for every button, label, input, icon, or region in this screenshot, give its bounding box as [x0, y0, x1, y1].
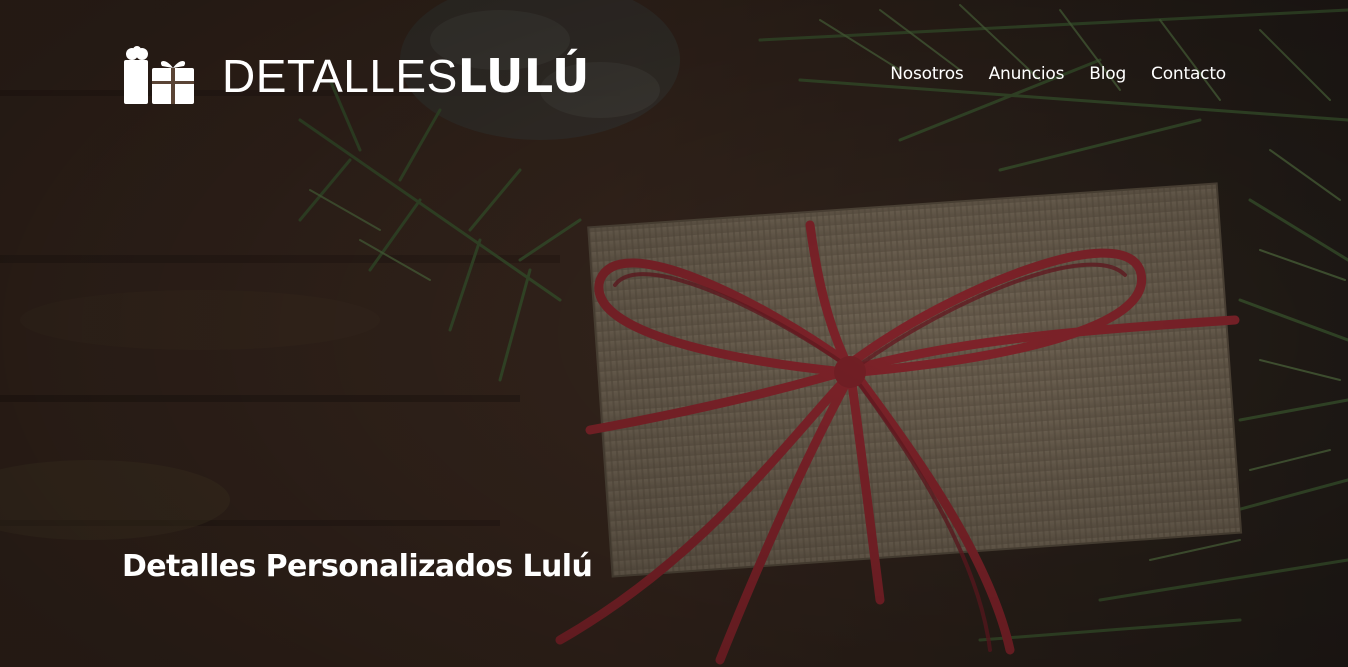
- hero-title: Detalles Personalizados Lulú: [122, 549, 593, 584]
- site-header: DETALLESLULÚ Nosotros Anuncios Blog Cont…: [122, 44, 1226, 108]
- logo-wordmark: DETALLESLULÚ: [222, 53, 590, 99]
- nav-link-anuncios[interactable]: Anuncios: [989, 64, 1065, 84]
- nav-link-blog[interactable]: Blog: [1089, 64, 1126, 84]
- nav-link-contacto[interactable]: Contacto: [1151, 64, 1226, 84]
- nav-link-nosotros[interactable]: Nosotros: [890, 64, 964, 84]
- logo-text-light: DETALLES: [222, 50, 458, 102]
- logo-text-bold: LULÚ: [457, 49, 590, 103]
- site-logo[interactable]: DETALLESLULÚ: [122, 46, 590, 106]
- main-nav: Nosotros Anuncios Blog Contacto: [890, 64, 1226, 84]
- hero-section: DETALLESLULÚ Nosotros Anuncios Blog Cont…: [0, 0, 1348, 667]
- gift-icon: [124, 46, 194, 104]
